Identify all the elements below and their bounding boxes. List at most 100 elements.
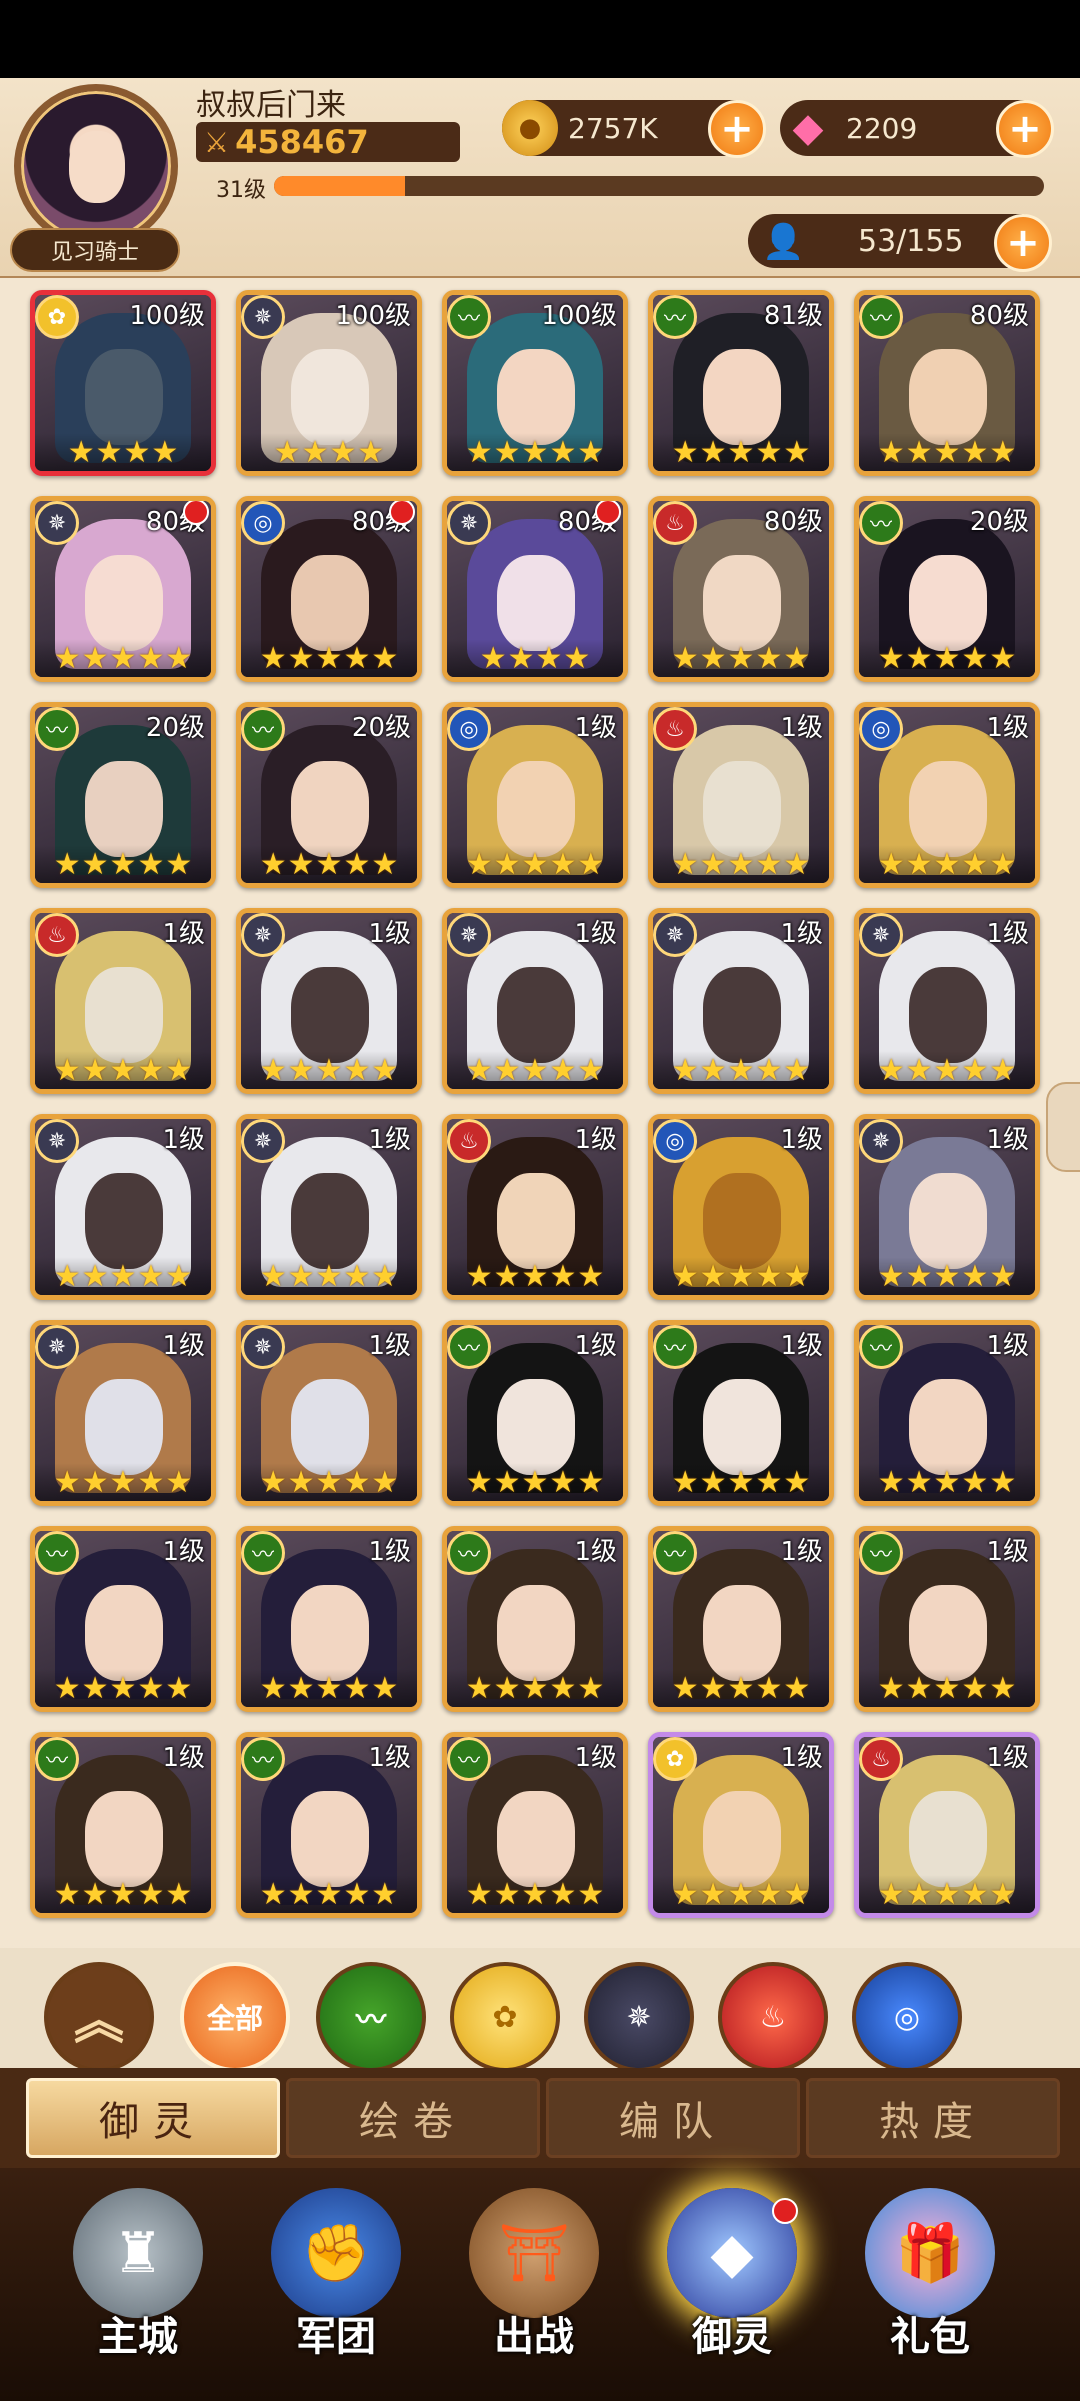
nav-spirit-button[interactable]: ◆ 御灵 [642,2188,822,2398]
star-icon: ★ [371,1670,399,1706]
hero-card[interactable]: ♨ 1级 ★ ★ ★ ★ ★ [30,908,216,1094]
hero-card[interactable]: ✿ 100级 ★ ★ ★ ★ [30,290,216,476]
hero-card[interactable]: ✵ 80级 ★ ★ ★ ★ ★ [30,496,216,682]
hero-card[interactable]: ✵ 1级 ★ ★ ★ ★ ★ [854,908,1040,1094]
tab-huijuan[interactable]: 绘卷 [286,2078,540,2158]
nature-faction-icon: 〰 [447,1325,491,1369]
expand-roster-button[interactable]: + [994,214,1052,272]
star-icon: ★ [727,1052,755,1088]
gem-value: 2209 [846,111,918,145]
hero-card[interactable]: 〰 100级 ★ ★ ★ ★ ★ [442,290,628,476]
star-icon: ★ [699,846,727,882]
tab-biandui[interactable]: 编队 [546,2078,800,2158]
hero-card[interactable]: ◎ 1级 ★ ★ ★ ★ ★ [854,702,1040,888]
hero-level: 80级 [763,507,823,537]
filter-fire-button[interactable]: ♨ [718,1962,828,2072]
collapse-filter-button[interactable]: ︽ [44,1962,154,2072]
nature-faction-icon: 〰 [35,1531,79,1575]
hero-card[interactable]: ✵ 1级 ★ ★ ★ ★ ★ [648,908,834,1094]
star-icon: ★ [989,1052,1017,1088]
hero-card[interactable]: ✵ 1级 ★ ★ ★ ★ ★ [236,1320,422,1506]
add-gems-button[interactable]: + [996,100,1054,158]
star-icon: ★ [109,1464,137,1500]
hero-card[interactable]: ✵ 1级 ★ ★ ★ ★ ★ [442,908,628,1094]
hero-card[interactable]: ♨ 80级 ★ ★ ★ ★ ★ [648,496,834,682]
hero-card[interactable]: 〰 1级 ★ ★ ★ ★ ★ [648,1526,834,1712]
star-icon: ★ [137,1052,165,1088]
hero-card[interactable]: ✿ 1级 ★ ★ ★ ★ ★ [648,1732,834,1918]
hero-card[interactable]: 〰 20级 ★ ★ ★ ★ ★ [30,702,216,888]
hero-card[interactable]: ◎ 1级 ★ ★ ★ ★ ★ [648,1114,834,1300]
filter-water-button[interactable]: ◎ [852,1962,962,2072]
nav-city-button[interactable]: ♜ 主城 [48,2188,228,2398]
hero-card[interactable]: 〰 1级 ★ ★ ★ ★ ★ [442,1320,628,1506]
hero-card[interactable]: 〰 81级 ★ ★ ★ ★ ★ [648,290,834,476]
hero-card[interactable]: ✵ 1级 ★ ★ ★ ★ ★ [236,908,422,1094]
hero-card[interactable]: ♨ 1级 ★ ★ ★ ★ ★ [442,1114,628,1300]
tab-yuling[interactable]: 御灵 [26,2078,280,2158]
star-icon: ★ [315,1464,343,1500]
star-rating: ★ ★ ★ ★ ★ [447,1463,623,1501]
side-drawer-handle[interactable] [1046,1082,1080,1172]
nav-battle-button[interactable]: ⛩ 出战 [444,2188,624,2398]
hero-card[interactable]: 〰 1级 ★ ★ ★ ★ ★ [854,1320,1040,1506]
dark-faction-icon: ✵ [859,1119,903,1163]
star-icon: ★ [727,1876,755,1912]
star-icon: ★ [961,1052,989,1088]
hero-card[interactable]: 〰 1级 ★ ★ ★ ★ ★ [854,1526,1040,1712]
hero-card[interactable]: ◎ 1级 ★ ★ ★ ★ ★ [442,702,628,888]
nav-legion-button[interactable]: ✊ 军团 [246,2188,426,2398]
hero-level: 1级 [368,1537,411,1567]
crossed-swords-icon: ⚔ [204,125,230,159]
add-gold-button[interactable]: + [708,100,766,158]
hero-card[interactable]: 〰 1级 ★ ★ ★ ★ ★ [648,1320,834,1506]
hero-card[interactable]: ✵ 1级 ★ ★ ★ ★ ★ [30,1320,216,1506]
star-icon: ★ [577,1876,605,1912]
star-icon: ★ [755,846,783,882]
hero-level: 1级 [162,1537,205,1567]
tab-redu[interactable]: 热度 [806,2078,1060,2158]
hero-card[interactable]: ✵ 1级 ★ ★ ★ ★ ★ [30,1114,216,1300]
hero-card[interactable]: ✵ 1级 ★ ★ ★ ★ ★ [854,1114,1040,1300]
hero-card[interactable]: ✵ 80级 ★ ★ ★ ★ [442,496,628,682]
star-icon: ★ [137,1464,165,1500]
star-icon: ★ [343,1464,371,1500]
hero-card[interactable]: ♨ 1级 ★ ★ ★ ★ ★ [854,1732,1040,1918]
star-icon: ★ [53,1052,81,1088]
star-icon: ★ [905,1464,933,1500]
filter-light-button[interactable]: ✿ [450,1962,560,2072]
hero-level: 1级 [368,919,411,949]
star-icon: ★ [671,1876,699,1912]
hero-card[interactable]: 〰 1级 ★ ★ ★ ★ ★ [442,1526,628,1712]
star-icon: ★ [989,1464,1017,1500]
hero-card[interactable]: 〰 20级 ★ ★ ★ ★ ★ [236,702,422,888]
hero-card[interactable]: ♨ 1级 ★ ★ ★ ★ ★ [648,702,834,888]
filter-all-button[interactable]: 全部 [180,1962,290,2072]
nav-gift-button[interactable]: 🎁 礼包 [840,2188,1020,2398]
filter-nature-button[interactable]: 〰 [316,1962,426,2072]
star-icon: ★ [549,1258,577,1294]
status-bar [0,0,1080,78]
hero-card[interactable]: ✵ 1级 ★ ★ ★ ★ ★ [236,1114,422,1300]
hero-card[interactable]: 〰 1级 ★ ★ ★ ★ ★ [30,1732,216,1918]
nav-legion-label: 军团 [296,2314,376,2360]
hero-level: 1级 [780,1537,823,1567]
notification-dot [772,2198,798,2224]
star-rating: ★ ★ ★ ★ ★ [447,1257,623,1295]
hero-card[interactable]: 〰 1级 ★ ★ ★ ★ ★ [30,1526,216,1712]
dark-faction-icon: ✵ [626,1999,652,2035]
player-avatar[interactable] [14,84,178,248]
hero-card[interactable]: ✵ 100级 ★ ★ ★ ★ [236,290,422,476]
hero-card[interactable]: 〰 20级 ★ ★ ★ ★ ★ [854,496,1040,682]
hero-card[interactable]: ◎ 80级 ★ ★ ★ ★ ★ [236,496,422,682]
hero-card[interactable]: 〰 1级 ★ ★ ★ ★ ★ [442,1732,628,1918]
hero-card[interactable]: 〰 1级 ★ ★ ★ ★ ★ [236,1732,422,1918]
star-icon: ★ [877,1670,905,1706]
filter-dark-button[interactable]: ✵ [584,1962,694,2072]
hero-level: 1级 [162,1125,205,1155]
star-icon: ★ [961,434,989,470]
hero-card[interactable]: 〰 1级 ★ ★ ★ ★ ★ [236,1526,422,1712]
star-icon: ★ [877,640,905,676]
hero-card[interactable]: 〰 80级 ★ ★ ★ ★ ★ [854,290,1040,476]
dark-faction-icon: ✵ [447,913,491,957]
